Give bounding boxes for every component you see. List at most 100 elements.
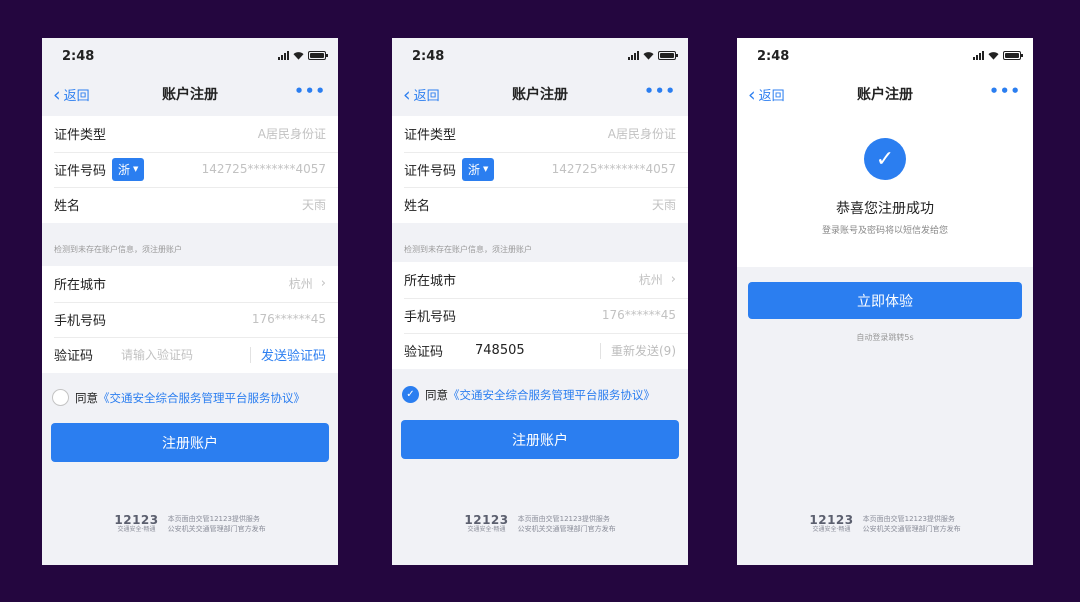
nav-bar: ‹ 返回 账户注册 ••• [42,74,338,114]
logo: 12123 交通安全·畅通 [114,514,158,534]
id-type-row[interactable]: 证件类型 A居民身份证 [42,116,338,152]
code-input[interactable]: 请输入验证码 [121,346,193,363]
status-time: 2:48 [757,49,790,64]
agree-prefix: 同意 [75,390,98,405]
agreement-link[interactable]: 《交通安全综合服务管理平台服务协议》 [448,387,655,403]
footer-line-2: 公安机关交通管理部门官方发布 [517,525,616,533]
footer: 12123 交通安全·畅通 本页面由交管12123提供服务 公安机关交通管理部门… [42,514,338,534]
footer: 12123 交通安全·畅通 本页面由交管12123提供服务 公安机关交通管理部门… [737,514,1033,534]
battery-icon [308,51,328,60]
id-info-group: 证件类型 A居民身份证 证件号码 浙 ▼ 142725********4057 姓… [392,116,688,223]
footer-line-2: 公安机关交通管理部门官方发布 [167,525,266,533]
id-type-value: A居民身份证 [257,127,326,142]
wifi-icon [293,52,304,60]
checkbox-icon[interactable] [52,389,69,406]
name-label: 姓名 [54,199,81,215]
id-number-value: 142725********4057 [201,162,326,177]
name-row: 姓名 天雨 [42,187,338,223]
code-input[interactable]: 748505 [475,343,525,358]
signal-icon [628,51,639,60]
agreement-row: 同意 《交通安全综合服务管理平台服务协议》 [52,389,332,406]
footer-line-1: 本页面由交管12123提供服务 [862,515,955,523]
id-number-label: 证件号码 [54,163,107,179]
id-type-value: A居民身份证 [607,127,676,142]
chevron-right-icon: › [320,276,326,292]
resend-countdown: 重新发送(9) [611,344,676,359]
more-icon[interactable]: ••• [294,82,326,100]
status-bar: 2:48 [392,38,688,74]
account-hint: 检测到未存在账户信息，须注册账户 [54,245,182,254]
agreement-row: ✓ 同意 《交通安全综合服务管理平台服务协议》 [402,386,682,403]
chevron-right-icon: › [670,272,676,288]
city-row[interactable]: 所在城市 杭州 › [392,262,688,298]
code-label: 验证码 [404,345,444,361]
id-type-label: 证件类型 [404,128,457,144]
footer-line-1: 本页面由交管12123提供服务 [167,515,260,523]
name-value: 天雨 [301,198,326,213]
wifi-icon [643,52,654,60]
city-value: 杭州 [288,277,313,292]
status-time: 2:48 [62,49,95,64]
success-card: ✓ 恭喜您注册成功 登录账号及密码将以短信发给您 [737,114,1033,267]
status-time: 2:48 [412,49,445,64]
phone-row: 手机号码 176******45 [42,301,338,338]
code-label: 验证码 [54,349,94,365]
footer-line-2: 公安机关交通管理部门官方发布 [862,525,961,533]
agree-prefix: 同意 [425,387,448,402]
logo: 12123 交通安全·畅通 [464,514,508,534]
more-icon[interactable]: ••• [644,82,676,100]
logo-subtext: 交通安全·畅通 [467,526,506,533]
signal-icon [973,51,984,60]
success-subtitle: 登录账号及密码将以短信发给您 [821,226,948,236]
agreement-link[interactable]: 《交通安全综合服务管理平台服务协议》 [98,390,305,406]
wifi-icon [988,52,999,60]
footer: 12123 交通安全·畅通 本页面由交管12123提供服务 公安机关交通管理部门… [392,514,688,534]
screen-register-initial: 2:48 ‹ 返回 账户注册 ••• 证件类型 A居民身份证 证件号码 浙 ▼ 14… [42,38,338,565]
status-bar: 2:48 [737,38,1033,74]
province-value: 浙 [468,162,481,177]
logo-text: 12123 [809,513,854,527]
account-hint: 检测到未存在账户信息，须注册账户 [404,245,532,254]
id-number-row: 证件号码 浙 ▼ 142725********4057 [392,151,688,188]
province-value: 浙 [118,162,131,177]
id-type-label: 证件类型 [54,128,107,144]
caret-down-icon: ▼ [483,165,489,174]
caret-down-icon: ▼ [133,165,139,174]
logo-subtext: 交通安全·畅通 [117,526,156,533]
check-icon: ✓ [864,138,906,180]
checkbox-icon[interactable]: ✓ [402,386,419,403]
name-row: 姓名 天雨 [392,187,688,223]
id-type-row[interactable]: 证件类型 A居民身份证 [392,116,688,152]
city-label: 所在城市 [404,274,457,290]
register-button[interactable]: 注册账户 [51,423,329,462]
phone-row: 手机号码 176******45 [392,297,688,334]
start-button[interactable]: 立即体验 [748,282,1022,319]
redirect-countdown: 自动登录跳转5s [856,333,914,342]
id-number-value: 142725********4057 [551,162,676,177]
nav-bar: ‹ 返回 账户注册 ••• [737,74,1033,114]
code-row: 验证码 748505 重新发送(9) [392,333,688,369]
status-bar: 2:48 [42,38,338,74]
phone-value: 176******45 [601,308,676,323]
divider [249,346,251,363]
logo-text: 12123 [464,513,509,527]
phone-label: 手机号码 [54,313,107,329]
id-number-row: 证件号码 浙 ▼ 142725********4057 [42,151,338,188]
success-title: 恭喜您注册成功 [836,201,934,217]
name-label: 姓名 [404,199,431,215]
city-value: 杭州 [638,273,663,288]
phone-label: 手机号码 [404,309,457,325]
province-dropdown[interactable]: 浙 ▼ [112,157,145,181]
register-button[interactable]: 注册账户 [401,420,679,459]
name-value: 天雨 [651,198,676,213]
send-code-button[interactable]: 发送验证码 [261,345,326,364]
footer-line-1: 本页面由交管12123提供服务 [517,515,610,523]
contact-group: 所在城市 杭州 › 手机号码 176******45 验证码 748505 重新… [392,262,688,369]
city-row[interactable]: 所在城市 杭州 › [42,266,338,302]
nav-bar: ‹ 返回 账户注册 ••• [392,74,688,114]
city-label: 所在城市 [54,278,107,294]
province-dropdown[interactable]: 浙 ▼ [462,157,495,181]
battery-icon [658,51,678,60]
logo-text: 12123 [114,513,159,527]
more-icon[interactable]: ••• [989,82,1021,100]
